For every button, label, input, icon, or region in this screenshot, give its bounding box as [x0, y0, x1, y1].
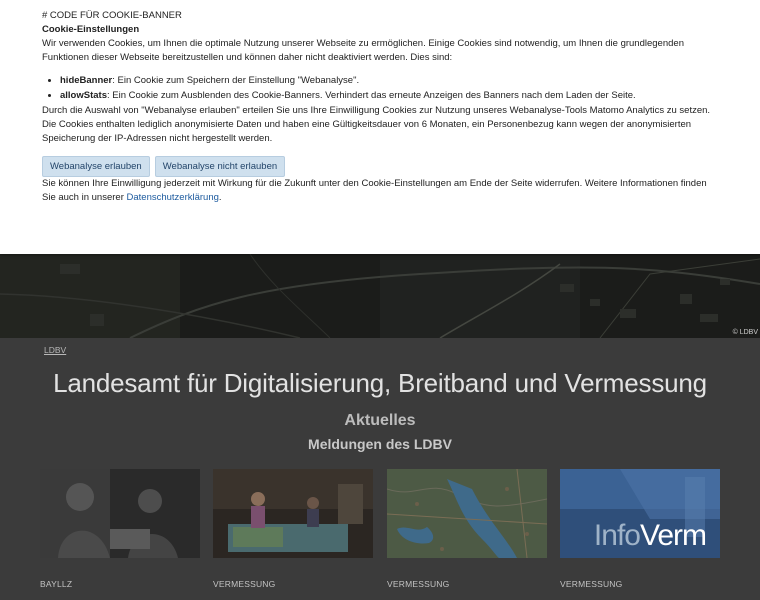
hero-credit: © LDBV: [732, 329, 758, 336]
cookie-banner-marker: # CODE FÜR COOKIE-BANNER: [42, 10, 182, 21]
cookie-item-allowstats: allowStats: Ein Cookie zum Ausblenden de…: [60, 89, 718, 103]
news-card-category: BAYLLZ: [40, 579, 73, 589]
infoverm-part-a: Info: [593, 519, 641, 552]
photo-exhibition-graphic: [213, 469, 373, 558]
news-card-category: VERMESSUNG: [560, 579, 623, 589]
page-content: LDBV Landesamt für Digitalisierung, Brei…: [0, 338, 760, 600]
news-card-image[interactable]: [213, 469, 373, 558]
news-cards: BAYLLZ VERMESSUNG VERMESSUNG InfoVerm VE…: [40, 469, 720, 600]
breadcrumb-ldbv[interactable]: LDBV: [44, 345, 66, 355]
cookie-banner: # CODE FÜR COOKIE-BANNER Cookie-Einstell…: [0, 0, 760, 254]
news-card[interactable]: BAYLLZ: [40, 469, 200, 600]
aerial-photo-graphic: [0, 254, 760, 338]
news-card[interactable]: VERMESSUNG: [387, 469, 547, 600]
cookie-item-name: hideBanner: [60, 75, 113, 86]
infoverm-logo-text: InfoVerm: [560, 519, 720, 553]
hero-aerial-image: © LDBV: [0, 254, 760, 338]
news-card[interactable]: InfoVerm VERMESSUNG: [560, 469, 720, 600]
cookie-list: hideBanner: Ein Cookie zum Speichern der…: [60, 74, 718, 103]
infoverm-part-b: Verm: [639, 519, 707, 552]
cookie-item-desc: : Ein Cookie zum Ausblenden des Cookie-B…: [107, 90, 636, 101]
cookie-intro-text: Wir verwenden Cookies, um Ihnen die opti…: [42, 38, 684, 63]
section-subtitle: Meldungen des LDBV: [308, 436, 452, 452]
news-card-image[interactable]: [387, 469, 547, 558]
news-card-image[interactable]: InfoVerm: [560, 469, 720, 558]
page-title: Landesamt für Digitalisierung, Breitband…: [53, 368, 707, 398]
cookie-item-desc: : Ein Cookie zum Speichern der Einstellu…: [112, 75, 360, 86]
cookie-item-name: allowStats: [60, 90, 107, 101]
news-card-image[interactable]: [40, 469, 200, 558]
deny-analytics-button[interactable]: Webanalyse nicht erlauben: [154, 156, 286, 177]
cookie-button-group: Webanalyse erlauben Webanalyse nicht erl…: [42, 156, 718, 177]
cookie-item-hidebanner: hideBanner: Ein Cookie zum Speichern der…: [60, 74, 718, 88]
news-card[interactable]: VERMESSUNG: [213, 469, 373, 600]
privacy-policy-link[interactable]: Datenschutzerklärung: [127, 192, 219, 203]
allow-analytics-button[interactable]: Webanalyse erlauben: [42, 156, 150, 177]
cookie-revoke-end: .: [218, 192, 222, 203]
section-title: Aktuelles: [344, 412, 416, 429]
cookie-analysis-text: Durch die Auswahl von "Webanalyse erlaub…: [42, 105, 711, 144]
photo-people-graphic: [40, 469, 200, 558]
news-card-category: VERMESSUNG: [387, 579, 450, 589]
cookie-revoke-text: Sie können Ihre Einwilligung jederzeit m…: [42, 177, 718, 205]
news-card-category: VERMESSUNG: [213, 579, 276, 589]
map-graphic: [387, 469, 547, 558]
cookie-banner-heading: Cookie-Einstellungen: [42, 24, 140, 35]
